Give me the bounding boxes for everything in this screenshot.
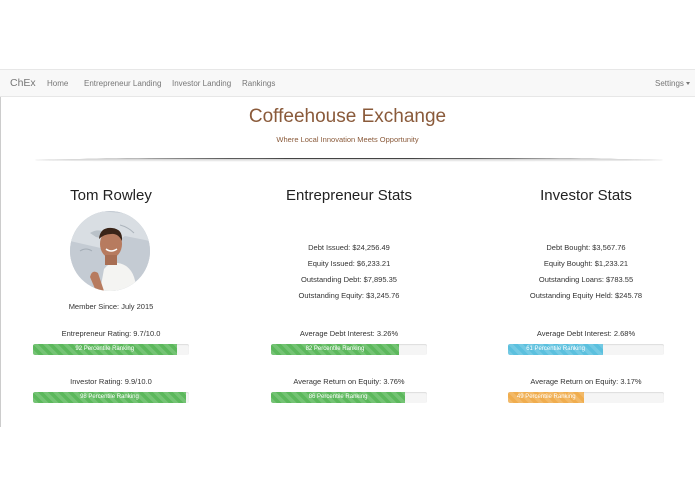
avatar	[70, 211, 150, 291]
profile-name: Tom Rowley	[70, 187, 152, 204]
nav-entrepreneur-landing[interactable]: Entrepreneur Landing	[84, 79, 161, 88]
settings-dropdown[interactable]: Settings	[655, 79, 690, 88]
entrepreneur-avg-debt-interest: Average Debt Interest: 3.26%	[299, 329, 399, 338]
entrepreneur-equity-progress: 86 Percentile Ranking	[271, 392, 427, 403]
navbar: ChEx Home Entrepreneur Landing Investor …	[0, 69, 695, 97]
investor-avg-return-equity: Average Return on Equity: 3.17%	[530, 377, 642, 386]
investor-debt-progress: 61 Percentile Ranking	[508, 344, 664, 355]
nav-investor-landing[interactable]: Investor Landing	[172, 79, 231, 88]
stat-equity-bought: Equity Bought: $1,233.21	[543, 259, 629, 268]
brand-link[interactable]: ChEx	[10, 77, 36, 89]
header-divider	[35, 158, 663, 162]
progress-label: 86 Percentile Ranking	[308, 393, 368, 400]
investor-rating: Investor Rating: 9.9/10.0	[70, 377, 152, 386]
entrepreneur-debt-progress: 82 Percentile Ranking	[271, 344, 427, 355]
stat-debt-bought: Debt Bought: $3,567.76	[546, 243, 626, 252]
stat-outstanding-equity: Outstanding Equity: $3,245.76	[298, 291, 400, 300]
nav-home[interactable]: Home	[47, 79, 68, 88]
stat-outstanding-loans: Outstanding Loans: $783.55	[538, 275, 634, 284]
entrepreneur-rating-progress: 92 Percentile Ranking	[33, 344, 189, 355]
member-since: Member Since: July 2015	[68, 302, 154, 311]
investor-avg-debt-interest: Average Debt Interest: 2.68%	[536, 329, 636, 338]
investor-rating-progress: 98 Percentile Ranking	[33, 392, 189, 403]
progress-label: 61 Percentile Ranking	[526, 345, 585, 352]
stat-outstanding-equity-held: Outstanding Equity Held: $245.78	[529, 291, 643, 300]
entrepreneur-stats-heading: Entrepreneur Stats	[286, 187, 412, 204]
progress-label: 98 Percentile Ranking	[80, 393, 139, 400]
stat-debt-issued: Debt Issued: $24,256.49	[308, 243, 390, 252]
entrepreneur-rating: Entrepreneur Rating: 9.7/10.0	[61, 329, 161, 338]
settings-label: Settings	[655, 79, 684, 88]
progress-label: 82 Percentile Ranking	[305, 345, 365, 352]
caret-down-icon	[685, 82, 690, 86]
stat-equity-issued: Equity Issued: $6,233.21	[307, 259, 391, 268]
investor-stats-heading: Investor Stats	[540, 187, 632, 204]
progress-label: 49 Percentile Ranking	[516, 393, 576, 400]
stat-outstanding-debt: Outstanding Debt: $7,895.35	[301, 275, 397, 284]
entrepreneur-avg-return-equity: Average Return on Equity: 3.76%	[293, 377, 405, 386]
nav-rankings[interactable]: Rankings	[242, 79, 275, 88]
page-title: Coffeehouse Exchange	[248, 106, 447, 127]
investor-equity-progress: 49 Percentile Ranking	[508, 392, 664, 403]
progress-label: 92 Percentile Ranking	[75, 345, 135, 352]
profile-photo	[70, 211, 150, 291]
page-subtitle: Where Local Innovation Meets Opportunity	[276, 135, 419, 144]
